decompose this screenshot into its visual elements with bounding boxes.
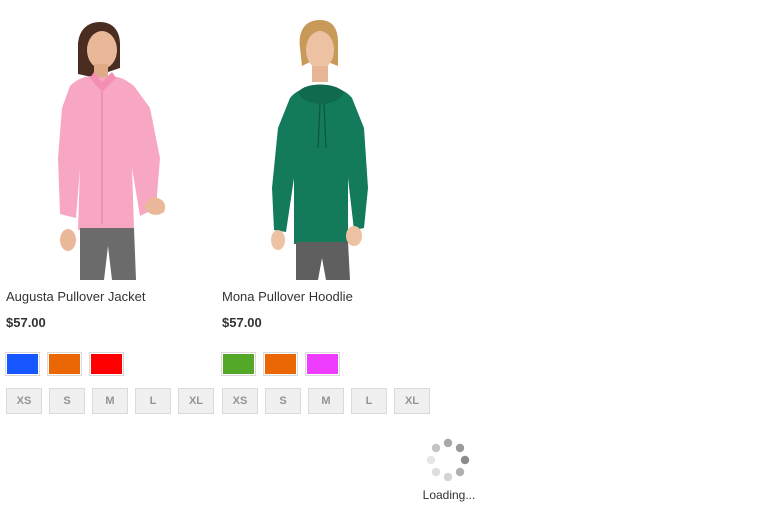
color-swatch-purple[interactable]: [305, 352, 340, 376]
loading-text: Loading...: [422, 488, 476, 502]
product-grid: Augusta Pullover Jacket $57.00 XS S M L …: [0, 0, 776, 508]
size-swatch-s[interactable]: S: [49, 388, 85, 414]
color-swatch-list: [5, 352, 124, 376]
size-swatch-xs[interactable]: XS: [222, 388, 258, 414]
color-swatch-red[interactable]: [89, 352, 124, 376]
color-swatch-blue[interactable]: [5, 352, 40, 376]
product-name-link[interactable]: Augusta Pullover Jacket: [6, 289, 145, 304]
size-swatch-l[interactable]: L: [135, 388, 171, 414]
size-swatch-list: XS S M L XL: [222, 388, 430, 414]
size-swatch-xl[interactable]: XL: [394, 388, 430, 414]
size-swatch-m[interactable]: M: [308, 388, 344, 414]
size-swatch-xs[interactable]: XS: [6, 388, 42, 414]
size-swatch-xl[interactable]: XL: [178, 388, 214, 414]
size-swatch-list: XS S M L XL: [6, 388, 214, 414]
size-swatch-l[interactable]: L: [351, 388, 387, 414]
loading-indicator: Loading...: [420, 436, 478, 506]
product-price: $57.00: [222, 315, 262, 330]
size-swatch-m[interactable]: M: [92, 388, 128, 414]
product-price: $57.00: [6, 315, 46, 330]
color-swatch-list: [221, 352, 340, 376]
product-image[interactable]: [214, 8, 414, 280]
product-name-link[interactable]: Mona Pullover Hoodlie: [222, 289, 353, 304]
color-swatch-green[interactable]: [221, 352, 256, 376]
color-swatch-orange[interactable]: [263, 352, 298, 376]
color-swatch-orange[interactable]: [47, 352, 82, 376]
size-swatch-s[interactable]: S: [265, 388, 301, 414]
product-image[interactable]: [0, 8, 200, 280]
spinner-icon: [426, 438, 470, 482]
